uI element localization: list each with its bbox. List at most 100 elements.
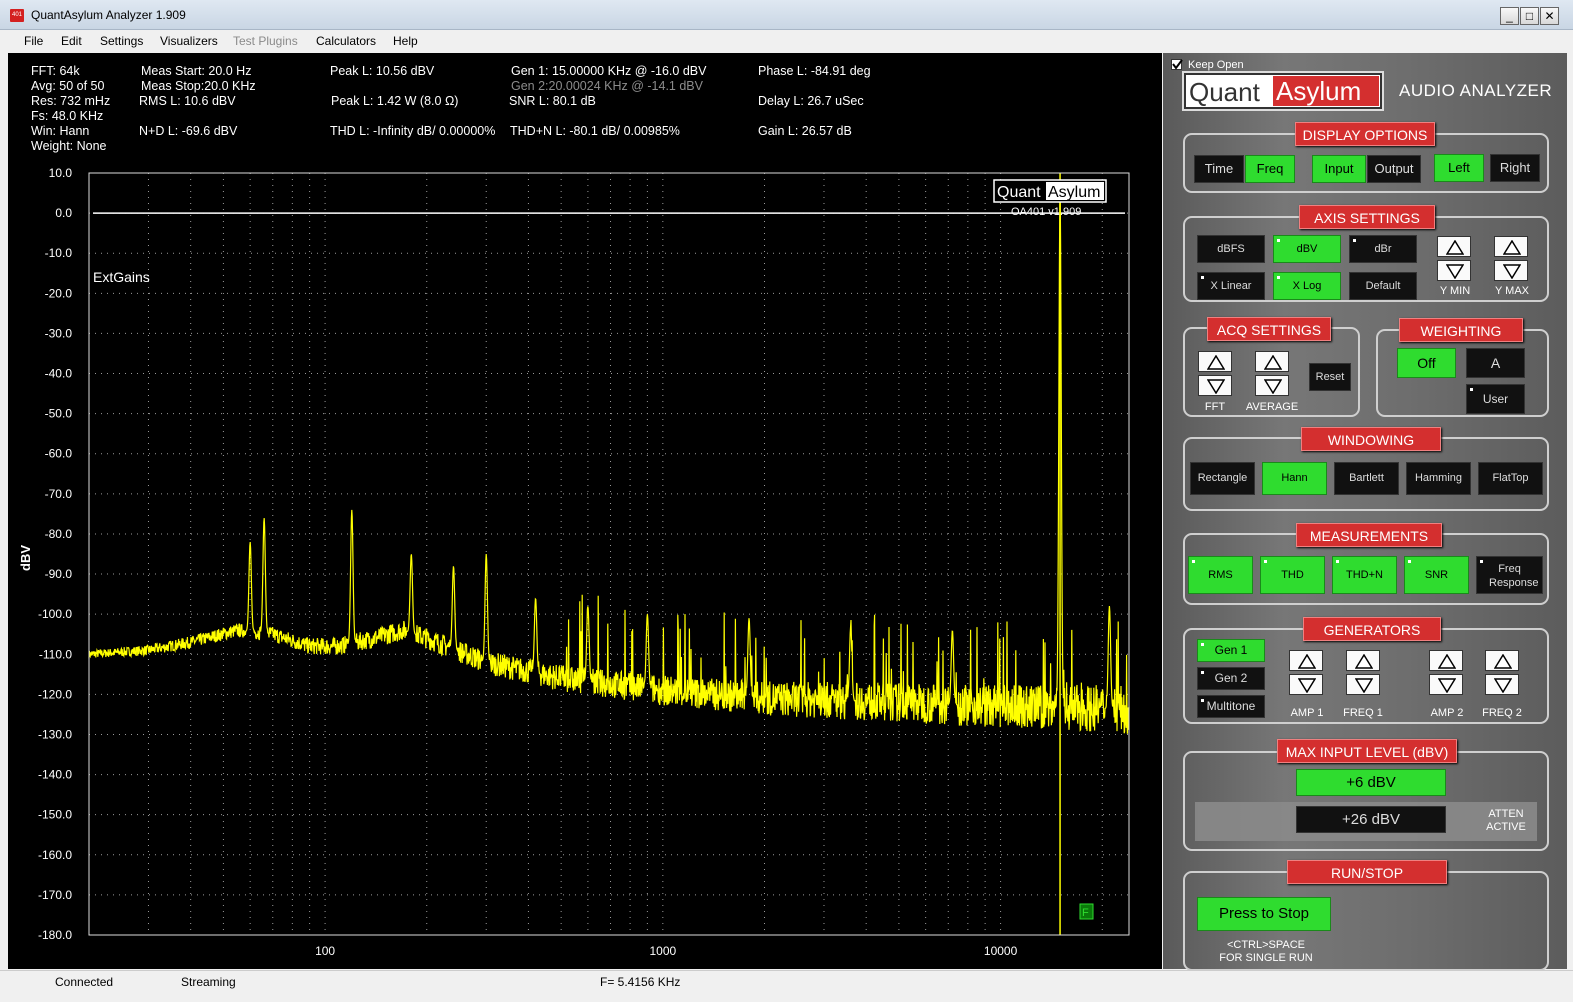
user-label: User — [1482, 392, 1509, 406]
dbfs-button[interactable]: dBFS — [1197, 235, 1265, 263]
average-down-button[interactable] — [1255, 375, 1289, 396]
arrow-down-icon — [1494, 678, 1512, 693]
gen1-indicator — [1201, 643, 1204, 646]
menu-settings[interactable]: Settings — [100, 34, 143, 48]
weighting-a-button[interactable]: A — [1466, 348, 1525, 378]
fft-down-button[interactable] — [1198, 375, 1232, 396]
weighting-off-button[interactable]: Off — [1397, 348, 1456, 378]
output-button[interactable]: Output — [1367, 155, 1421, 183]
fft-up-button[interactable] — [1198, 351, 1232, 372]
window-hann-button[interactable]: Hann — [1262, 462, 1327, 495]
y-tick-label: -100.0 — [38, 607, 72, 621]
user-indicator — [1470, 388, 1473, 391]
menu-calculators[interactable]: Calculators — [316, 34, 376, 48]
arrow-down-icon — [1446, 264, 1464, 279]
default-axis-button[interactable]: Default — [1349, 272, 1417, 300]
freq-response-label: Freq Response — [1489, 563, 1539, 589]
y-tick-label: -90.0 — [45, 567, 73, 581]
window-bartlett-button[interactable]: Bartlett — [1334, 462, 1399, 495]
keep-open-checkbox[interactable] — [1171, 59, 1183, 70]
maximize-button[interactable]: □ — [1520, 7, 1539, 25]
freq2-down-button[interactable] — [1485, 674, 1519, 695]
menu-visualizers[interactable]: Visualizers — [160, 34, 218, 48]
amp2-down-button[interactable] — [1429, 674, 1463, 695]
y-tick-label: -140.0 — [38, 768, 72, 782]
thd-button[interactable]: THD — [1260, 556, 1325, 594]
menu-file[interactable]: File — [24, 34, 43, 48]
average-label: AVERAGE — [1245, 401, 1299, 413]
close-button[interactable]: ✕ — [1540, 7, 1559, 25]
brand-quant: Quant — [1189, 77, 1260, 107]
amp1-up-button[interactable] — [1289, 650, 1323, 671]
thdn-label: THD+N — [1346, 569, 1383, 581]
left-channel-button[interactable]: Left — [1434, 154, 1484, 182]
x-log-button[interactable]: X Log — [1273, 272, 1341, 300]
weighting-user-button[interactable]: User — [1466, 384, 1525, 414]
arrow-up-icon — [1298, 654, 1316, 669]
reset-button[interactable]: Reset — [1309, 363, 1351, 391]
dbr-button[interactable]: dBr — [1349, 235, 1417, 263]
ymin-down-button[interactable] — [1437, 260, 1471, 281]
spectrum-chart[interactable]: 10.0 0.0 -10.0 -20.0 -30.0 -40.0 -50.0 -60.0 -70… — [8, 53, 1162, 969]
thdn-button[interactable]: THD+N — [1332, 556, 1397, 594]
spectrum-trace — [88, 196, 1130, 734]
arrow-down-icon — [1264, 379, 1282, 394]
brand-asylum: Asylum — [1273, 76, 1379, 106]
y-tick-label: -20.0 — [45, 286, 73, 300]
amp1-down-button[interactable] — [1289, 674, 1323, 695]
amp1-label: AMP 1 — [1290, 707, 1324, 719]
window-hamming-button[interactable]: Hamming — [1406, 462, 1471, 495]
freq2-up-button[interactable] — [1485, 650, 1519, 671]
amp2-up-button[interactable] — [1429, 650, 1463, 671]
run-stop-title: RUN/STOP — [1287, 860, 1447, 884]
freq-button[interactable]: Freq — [1245, 155, 1295, 183]
gen1-button[interactable]: Gen 1 — [1197, 639, 1265, 662]
input-6dbv-button[interactable]: +6 dBV — [1296, 769, 1446, 796]
multitone-button[interactable]: Multitone — [1197, 695, 1265, 718]
menu-help[interactable]: Help — [393, 34, 418, 48]
dbv-button[interactable]: dBV — [1273, 235, 1341, 263]
brand-subtitle: AUDIO ANALYZER — [1399, 81, 1553, 100]
gen2-button[interactable]: Gen 2 — [1197, 667, 1265, 690]
multitone-label: Multitone — [1206, 699, 1256, 713]
keep-open-label: Keep Open — [1188, 59, 1244, 71]
acq-settings-title: ACQ SETTINGS — [1207, 317, 1331, 341]
ymax-up-button[interactable] — [1494, 236, 1528, 257]
y-tick-label: -170.0 — [38, 888, 72, 902]
x-tick-label: 10000 — [984, 944, 1018, 958]
snr-label: SNR — [1424, 569, 1449, 581]
fft-label: FFT — [1204, 401, 1226, 413]
press-to-stop-button[interactable]: Press to Stop — [1197, 897, 1331, 931]
minimize-button[interactable]: _ — [1500, 7, 1519, 25]
freq1-down-button[interactable] — [1346, 674, 1380, 695]
y-tick-label: -30.0 — [45, 326, 73, 340]
arrow-up-icon — [1438, 654, 1456, 669]
ymax-down-button[interactable] — [1494, 260, 1528, 281]
window-flattop-button[interactable]: FlatTop — [1478, 462, 1543, 495]
rms-label: RMS — [1208, 569, 1233, 581]
menu-edit[interactable]: Edit — [61, 34, 82, 48]
input-26dbv-button[interactable]: +26 dBV — [1296, 806, 1446, 833]
arrow-up-icon — [1207, 355, 1225, 370]
right-channel-button[interactable]: Right — [1490, 154, 1540, 182]
ymin-up-button[interactable] — [1437, 236, 1471, 257]
gen1-label: Gen 1 — [1214, 643, 1248, 657]
average-up-button[interactable] — [1255, 351, 1289, 372]
y-tick-label: -120.0 — [38, 687, 72, 701]
atten-label: ATTEN — [1488, 808, 1524, 820]
input-button[interactable]: Input — [1312, 155, 1366, 183]
time-button[interactable]: Time — [1194, 155, 1244, 183]
chart-logo-quant: Quant — [997, 184, 1041, 201]
thd-indicator — [1264, 560, 1267, 563]
x-log-label: X Log — [1292, 280, 1322, 292]
multitone-indicator — [1201, 699, 1204, 702]
y-tick-label: -160.0 — [38, 848, 72, 862]
atten-active-label: ACTIVE — [1486, 821, 1526, 833]
y-tick-label: -150.0 — [38, 808, 72, 822]
x-linear-button[interactable]: X Linear — [1197, 272, 1265, 300]
window-rectangle-button[interactable]: Rectangle — [1190, 462, 1255, 495]
rms-button[interactable]: RMS — [1188, 556, 1253, 594]
freq-response-button[interactable]: Freq Response — [1476, 556, 1543, 594]
snr-button[interactable]: SNR — [1404, 556, 1469, 594]
freq1-up-button[interactable] — [1346, 650, 1380, 671]
